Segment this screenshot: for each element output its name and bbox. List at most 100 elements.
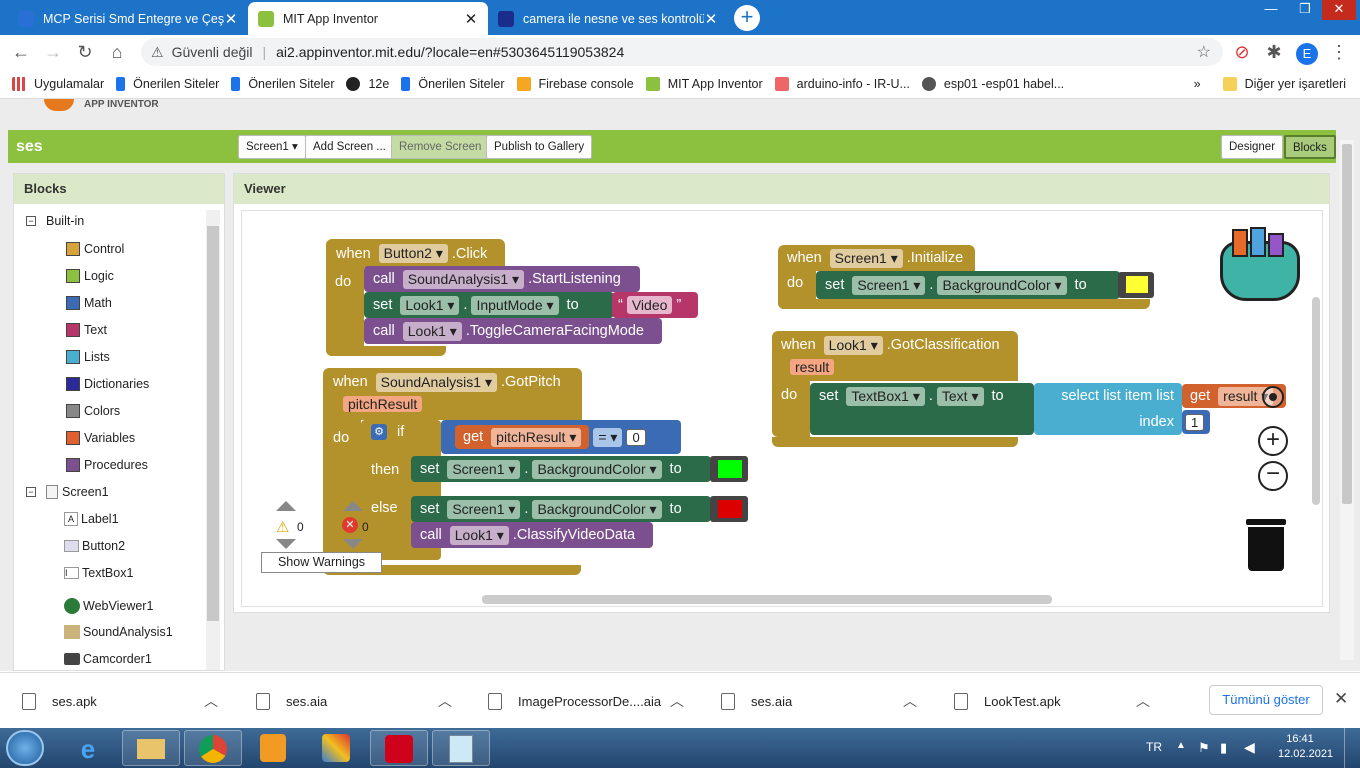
tree-item-logic[interactable]: Logic xyxy=(66,269,114,283)
chevron-up-icon[interactable]: ︿ xyxy=(204,691,218,711)
media-player-icon[interactable] xyxy=(260,734,286,762)
tree-component-label1[interactable]: A Label1 xyxy=(64,512,119,526)
blocks-button[interactable]: Blocks xyxy=(1284,135,1336,159)
download-item[interactable]: ses.aia ︿ xyxy=(256,673,470,729)
bookmark-item[interactable]: 12e xyxy=(346,76,389,91)
clock[interactable]: 16:41 12.02.2021 xyxy=(1278,733,1333,760)
close-icon[interactable]: ✕ xyxy=(224,10,238,28)
get-pitchresult-block[interactable]: get pitchResult ▾ xyxy=(455,425,590,449)
microchip-taskbar-button[interactable] xyxy=(370,730,428,766)
designer-button[interactable]: Designer xyxy=(1221,135,1284,159)
chevron-up-icon[interactable]: ︿ xyxy=(670,691,684,711)
add-screen-button[interactable]: Add Screen ... xyxy=(305,135,394,159)
tree-item-procedures[interactable]: Procedures xyxy=(66,458,148,472)
tree-item-dictionaries[interactable]: Dictionaries xyxy=(66,377,149,391)
maximize-button[interactable]: ❐ xyxy=(1288,0,1322,20)
tree-scrollbar-thumb[interactable] xyxy=(207,226,219,621)
bookmark-item[interactable]: MIT App Inventor xyxy=(645,76,763,91)
component-dropdown[interactable]: Look1 ▾ xyxy=(449,525,509,545)
tree-component-camcorder1[interactable]: Camcorder1 xyxy=(64,652,152,666)
call-togglecamera-block[interactable]: call Look1 ▾ .ToggleCameraFacingMode xyxy=(364,318,662,344)
param-result[interactable]: result xyxy=(790,359,835,375)
gear-icon[interactable]: ⚙ xyxy=(371,424,387,440)
screen1-initialize-block[interactable]: when Screen1 ▾ .Initialize xyxy=(778,245,975,271)
warning-up-arrow-icon[interactable] xyxy=(276,501,296,511)
tree-item-math[interactable]: Math xyxy=(66,296,112,310)
volume-icon[interactable]: ◀ xyxy=(1244,739,1255,756)
trash-icon[interactable] xyxy=(1246,519,1286,573)
close-window-button[interactable]: ✕ xyxy=(1322,0,1356,20)
property-dropdown[interactable]: BackgroundColor ▾ xyxy=(532,499,662,519)
warning-down-arrow-icon[interactable] xyxy=(276,539,296,549)
component-dropdown[interactable]: SoundAnalysis1 ▾ xyxy=(402,269,525,289)
call-classifyvideo-block[interactable]: call Look1 ▾ .ClassifyVideoData xyxy=(411,522,653,548)
tray-chevron-icon[interactable]: ▲ xyxy=(1176,740,1186,751)
explorer-taskbar-button[interactable] xyxy=(122,730,180,766)
set-inputmode-block[interactable]: set Look1 ▾. InputMode ▾ to xyxy=(364,292,614,318)
tree-item-lists[interactable]: Lists xyxy=(66,350,110,364)
color-green-block[interactable] xyxy=(710,456,748,482)
blocks-workspace[interactable]: when Button2 ▾ .Click do call SoundAnaly… xyxy=(241,210,1323,607)
menu-icon[interactable]: ⋮ xyxy=(1326,39,1352,65)
component-dropdown[interactable]: Look1 ▾ xyxy=(402,321,462,341)
chevron-up-icon[interactable]: ︿ xyxy=(1136,691,1150,711)
warning-icon[interactable]: ⚠ xyxy=(151,44,164,61)
power-icon[interactable]: ▮ xyxy=(1220,740,1227,756)
forward-button[interactable]: → xyxy=(40,39,66,65)
number-one[interactable]: 1 xyxy=(1185,413,1205,431)
close-icon[interactable]: ✕ xyxy=(464,10,478,28)
component-dropdown[interactable]: Screen1 ▾ xyxy=(852,275,926,295)
property-dropdown[interactable]: BackgroundColor ▾ xyxy=(532,459,662,479)
bookmark-item[interactable]: Önerilen Siteler xyxy=(401,76,505,91)
bookmark-item[interactable]: Önerilen Siteler xyxy=(116,76,219,91)
error-up-arrow-icon[interactable] xyxy=(343,501,363,511)
component-dropdown[interactable]: Screen1 ▾ xyxy=(447,459,521,479)
collapse-icon[interactable]: − xyxy=(26,216,36,226)
backpack-icon[interactable] xyxy=(1216,225,1304,307)
tab-mcp[interactable]: MCP Serisi Smd Entegre ve Çeşitl ✕ xyxy=(8,2,248,35)
zoom-in-button[interactable]: + xyxy=(1258,426,1288,456)
security-label[interactable]: Güvenli değil xyxy=(172,44,253,60)
chevron-up-icon[interactable]: ︿ xyxy=(438,691,452,711)
operator-dropdown[interactable]: = ▾ xyxy=(593,427,623,447)
color-yellow-block[interactable] xyxy=(1118,272,1154,298)
tree-component-textbox1[interactable]: I TextBox1 xyxy=(64,566,133,580)
component-dropdown[interactable]: Look1 ▾ xyxy=(400,295,460,315)
extension-icon[interactable]: ⊘ xyxy=(1229,39,1255,65)
gotpitch-event-block[interactable]: when SoundAnalysis1 ▾ .GotPitch pitchRes… xyxy=(323,368,582,420)
screen-select-button[interactable]: Screen1 ▾ xyxy=(238,135,306,159)
tree-builtin[interactable]: − Built-in xyxy=(26,214,84,228)
set-background-green-block[interactable]: set Screen1 ▾. BackgroundColor ▾ to xyxy=(411,456,711,482)
page-scrollbar-thumb[interactable] xyxy=(1342,144,1352,504)
tree-scrollbar[interactable] xyxy=(206,210,220,670)
component-dropdown[interactable]: Look1 ▾ xyxy=(823,335,883,355)
workspace-vscroll[interactable] xyxy=(1312,297,1320,505)
bookmark-item[interactable]: Önerilen Siteler xyxy=(231,76,334,91)
download-item[interactable]: ses.aia ︿ xyxy=(721,673,935,729)
number-block[interactable]: 1 xyxy=(1182,410,1210,434)
gotclassification-event-block[interactable]: when Look1 ▾ .GotClassification result xyxy=(772,331,1018,381)
bookmark-item[interactable]: esp01 -esp01 habel... xyxy=(921,76,1064,91)
download-item[interactable]: ses.apk ︿ xyxy=(22,673,236,729)
star-icon[interactable]: ☆ xyxy=(1197,42,1211,62)
property-dropdown[interactable]: InputMode ▾ xyxy=(471,295,559,315)
extensions-puzzle-icon[interactable]: ✱ xyxy=(1261,39,1287,65)
property-dropdown[interactable]: Text ▾ xyxy=(936,386,984,406)
remove-screen-button[interactable]: Remove Screen xyxy=(391,135,490,159)
app-icon[interactable] xyxy=(322,734,350,762)
tree-component-webviewer1[interactable]: WebViewer1 xyxy=(64,598,153,614)
variable-dropdown[interactable]: pitchResult ▾ xyxy=(491,427,582,447)
tree-item-variables[interactable]: Variables xyxy=(66,431,135,445)
color-red-block[interactable] xyxy=(710,496,748,522)
tree-component-button2[interactable]: Button2 xyxy=(64,539,125,553)
component-dropdown[interactable]: SoundAnalysis1 ▾ xyxy=(375,372,497,392)
tree-screen1[interactable]: − Screen1 xyxy=(26,485,109,499)
minimize-button[interactable]: — xyxy=(1254,0,1288,20)
component-dropdown[interactable]: TextBox1 ▾ xyxy=(846,386,925,406)
collapse-icon[interactable]: − xyxy=(26,487,36,497)
tab-app-inventor[interactable]: MIT App Inventor ✕ xyxy=(248,2,488,35)
close-icon[interactable]: ✕ xyxy=(704,10,718,28)
set-background-red-block[interactable]: set Screen1 ▾. BackgroundColor ▾ to xyxy=(411,496,711,522)
ie-icon[interactable]: e xyxy=(70,734,106,764)
component-dropdown[interactable]: Screen1 ▾ xyxy=(829,248,903,268)
